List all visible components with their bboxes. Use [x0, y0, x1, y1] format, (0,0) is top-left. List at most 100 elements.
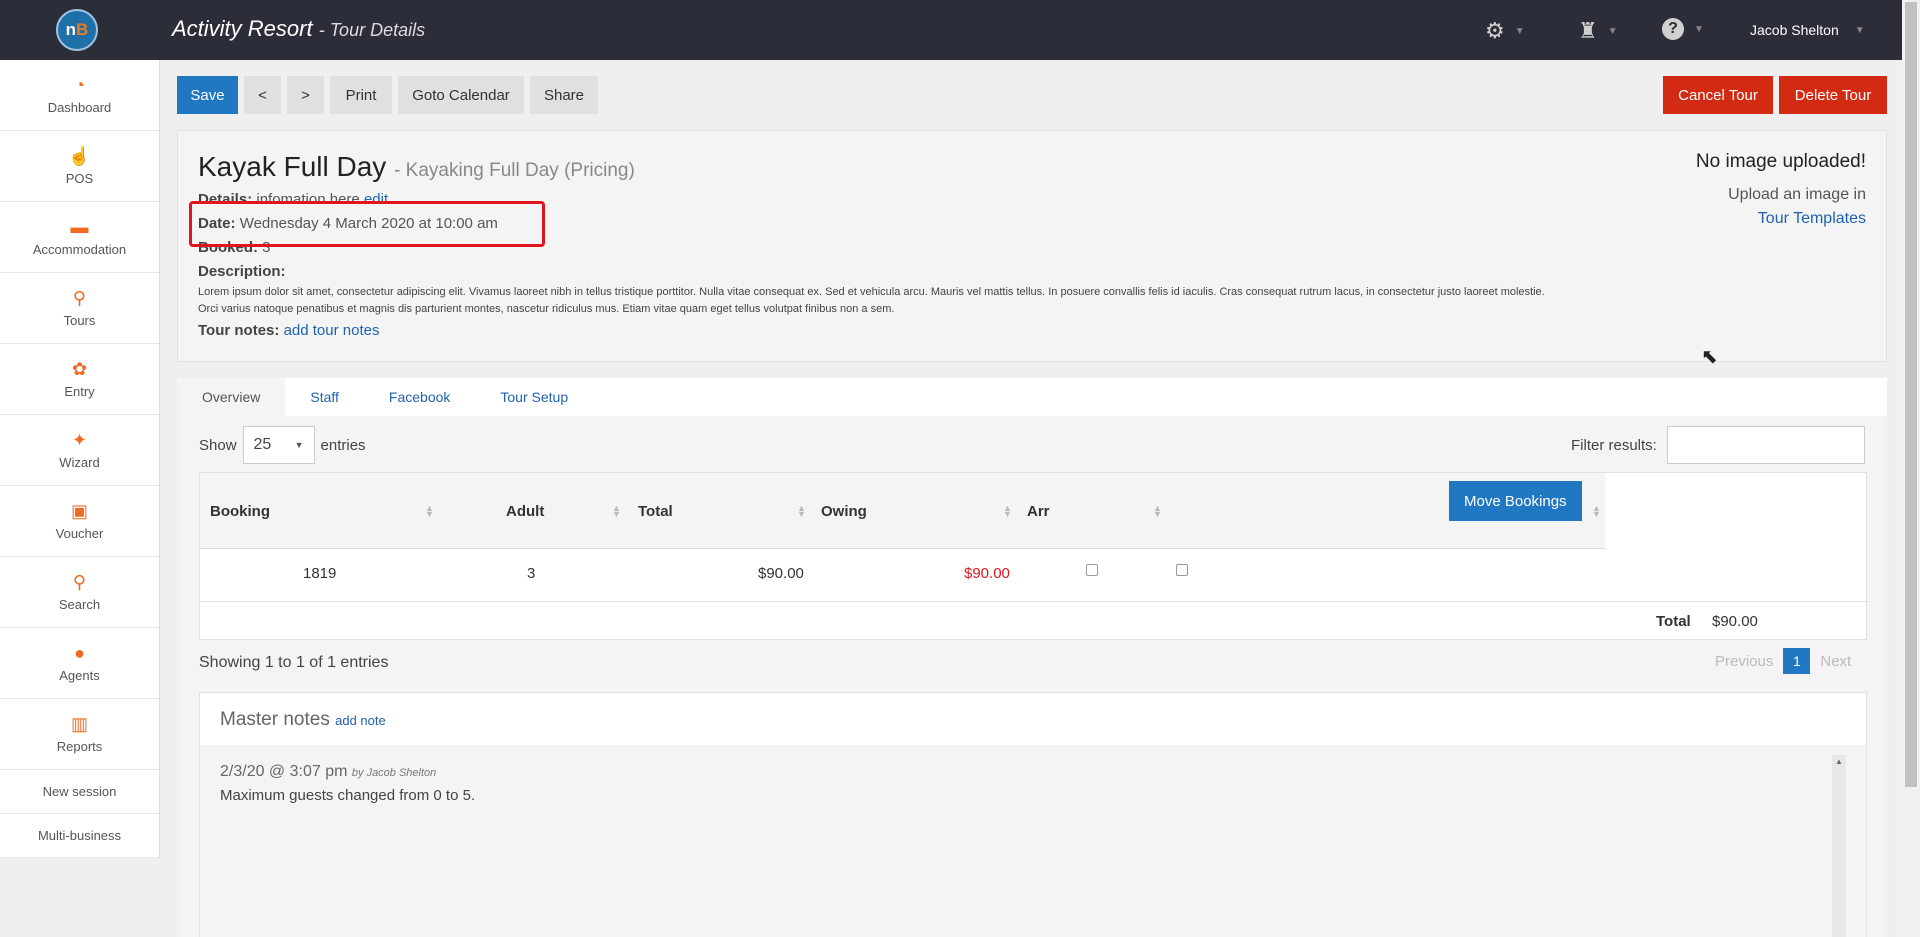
add-note-link[interactable]: add note — [335, 713, 386, 728]
gear-icon: ⚙ — [1485, 18, 1505, 43]
help-menu[interactable]: ? ▼ — [1662, 18, 1704, 40]
tab-facebook[interactable]: Facebook — [364, 378, 475, 416]
route-icon: ⚲ — [72, 287, 87, 308]
sidebar-item-label: POS — [65, 170, 94, 186]
column-header-owing[interactable]: Owing — [821, 503, 867, 520]
description-text: Lorem ipsum dolor sit amet, consectetur … — [198, 284, 1758, 318]
sidebar-item-voucher[interactable]: ▣ Voucher — [0, 486, 159, 557]
column-header-arr[interactable]: Arr — [1027, 503, 1050, 520]
sidebar-item-search[interactable]: ⚲ Search — [0, 557, 159, 628]
top-bar: nB Activity Resort - Tour Details ⚙ ▼ ♜ ▼ … — [0, 0, 1902, 60]
no-image-message: No image uploaded! — [1695, 151, 1866, 172]
previous-tour-button[interactable]: < — [244, 76, 281, 114]
user-icon: ● — [74, 642, 85, 663]
sidebar-item-label: Agents — [59, 667, 100, 683]
logo-letter-n: n — [65, 20, 77, 39]
sort-icon: ▲ ▼ — [1592, 503, 1601, 519]
move-bookings-button[interactable]: Move Bookings — [1449, 481, 1582, 521]
scroll-up-arrow-icon[interactable]: ▲ — [1832, 755, 1846, 769]
settings-menu[interactable]: ⚙ ▼ — [1485, 18, 1525, 44]
total-value: $90.00 — [1712, 613, 1758, 630]
page-scrollbar[interactable] — [1902, 0, 1920, 937]
page-size-select[interactable]: 25 ▼ — [242, 426, 315, 464]
description-label: Description: — [198, 263, 286, 280]
hand-pointer-icon: ☝ — [68, 145, 91, 166]
action-toolbar: Save < > Print Goto Calendar Share — [177, 76, 598, 114]
tour-pricing: - Kayaking Full Day (Pricing) — [394, 160, 635, 181]
date-highlight-box — [189, 201, 545, 247]
note-text: Maximum guests changed from 0 to 5. — [220, 787, 476, 804]
note-author: by Jacob Shelton — [351, 767, 437, 779]
notes-scrollbar[interactable]: ▲ — [1832, 755, 1846, 937]
tour-templates-link[interactable]: Tour Templates — [1696, 207, 1866, 231]
sidebar-item-wizard[interactable]: ✦ Wizard — [0, 415, 159, 486]
agent-icon: ♜ — [1578, 18, 1598, 43]
bar-chart-icon: ▥ — [70, 713, 88, 734]
divider — [200, 601, 1868, 602]
sidebar-item-label: Wizard — [59, 454, 100, 470]
sidebar-item-agents[interactable]: ● Agents — [0, 628, 159, 699]
new-session-link[interactable]: New session — [0, 770, 159, 814]
sidebar-item-label: Search — [58, 596, 101, 612]
scrollbar-thumb[interactable] — [1905, 2, 1917, 787]
booking-id-link[interactable]: 1819 — [303, 565, 336, 582]
sidebar-item-accommodation[interactable]: ▬ Accommodation — [0, 202, 159, 273]
next-page-button[interactable]: Next — [1820, 653, 1851, 670]
print-button[interactable]: Print — [330, 76, 392, 114]
save-button[interactable]: Save — [177, 76, 238, 114]
tab-tour-setup[interactable]: Tour Setup — [475, 378, 593, 416]
master-notes-title: Master notes — [220, 709, 330, 730]
previous-page-button[interactable]: Previous — [1715, 653, 1773, 670]
note-timestamp: 2/3/20 @ 3:07 pm by Jacob Shelton — [220, 763, 436, 781]
app-logo[interactable]: nB — [56, 9, 98, 51]
share-button[interactable]: Share — [530, 76, 598, 114]
next-tour-button[interactable]: > — [287, 76, 324, 114]
search-icon: ⚲ — [72, 571, 87, 592]
column-header-booking[interactable]: Booking — [210, 503, 270, 520]
booking-total: $90.00 — [758, 565, 804, 582]
agent-menu[interactable]: ♜ ▼ — [1578, 18, 1618, 44]
select-checkbox[interactable] — [1176, 564, 1188, 576]
delete-tour-button[interactable]: Delete Tour — [1779, 76, 1887, 114]
sidebar-item-label: Reports — [56, 738, 103, 754]
sidebar-item-dashboard[interactable]: ◔ Dashboard — [0, 60, 159, 131]
bookings-panel: Overview Staff Facebook Tour Setup Show … — [177, 378, 1887, 937]
tour-notes-label: Tour notes: — [198, 322, 280, 339]
column-header-total[interactable]: Total — [638, 503, 673, 520]
tour-notes-field: Tour notes: add tour notes — [198, 322, 379, 339]
sort-icon: ▲ ▼ — [1003, 503, 1012, 519]
page-title: Activity Resort - Tour Details — [172, 16, 425, 42]
master-notes-header: Master notes add note — [220, 709, 386, 731]
sidebar-item-label: Entry — [64, 383, 95, 399]
column-header-adult[interactable]: Adult — [506, 503, 544, 520]
logo-letter-b: B — [76, 20, 89, 39]
cancel-tour-button[interactable]: Cancel Tour — [1663, 76, 1773, 114]
sidebar-item-reports[interactable]: ▥ Reports — [0, 699, 159, 770]
chevron-down-icon: ▼ — [294, 440, 304, 450]
sidebar: ◔ Dashboard ☝ POS ▬ Accommodation ⚲ Tours ✿ E… — [0, 60, 160, 858]
multi-business-link[interactable]: Multi-business — [0, 814, 159, 858]
description-line: Lorem ipsum dolor sit amet, consectetur … — [198, 286, 1545, 298]
page-subtitle: - Tour Details — [318, 20, 426, 40]
description-field: Description: — [198, 263, 286, 280]
goto-calendar-button[interactable]: Goto Calendar — [398, 76, 524, 114]
tab-overview[interactable]: Overview — [177, 378, 286, 416]
filter-control: Filter results: — [1571, 426, 1865, 464]
user-menu[interactable]: Jacob Shelton ▼ — [1750, 22, 1865, 38]
sidebar-item-pos[interactable]: ☝ POS — [0, 131, 159, 202]
page-button-1[interactable]: 1 — [1783, 648, 1811, 674]
adult-count: 3 — [527, 565, 536, 582]
user-name: Jacob Shelton — [1750, 22, 1839, 38]
add-tour-notes-link[interactable]: add tour notes — [284, 322, 380, 339]
tab-staff[interactable]: Staff — [285, 378, 364, 416]
bookings-table: Booking ▲ ▼ Adult ▲ ▼ Total ▲ ▼ Owing ▲ ▼ Ar… — [199, 472, 1868, 640]
filter-input[interactable] — [1666, 426, 1865, 464]
notes-list: 2/3/20 @ 3:07 pm by Jacob Shelton Maximu… — [200, 745, 1866, 937]
chevron-down-icon: ▼ — [1514, 25, 1525, 37]
upload-hint-text: Upload an image in — [1728, 186, 1866, 203]
sidebar-item-entry[interactable]: ✿ Entry — [0, 344, 159, 415]
sidebar-item-tours[interactable]: ⚲ Tours — [0, 273, 159, 344]
description-line: Orci varius natoque penatibus et magnis … — [198, 303, 895, 315]
arrived-checkbox[interactable] — [1086, 564, 1098, 576]
sort-icon: ▲ ▼ — [1153, 503, 1162, 519]
